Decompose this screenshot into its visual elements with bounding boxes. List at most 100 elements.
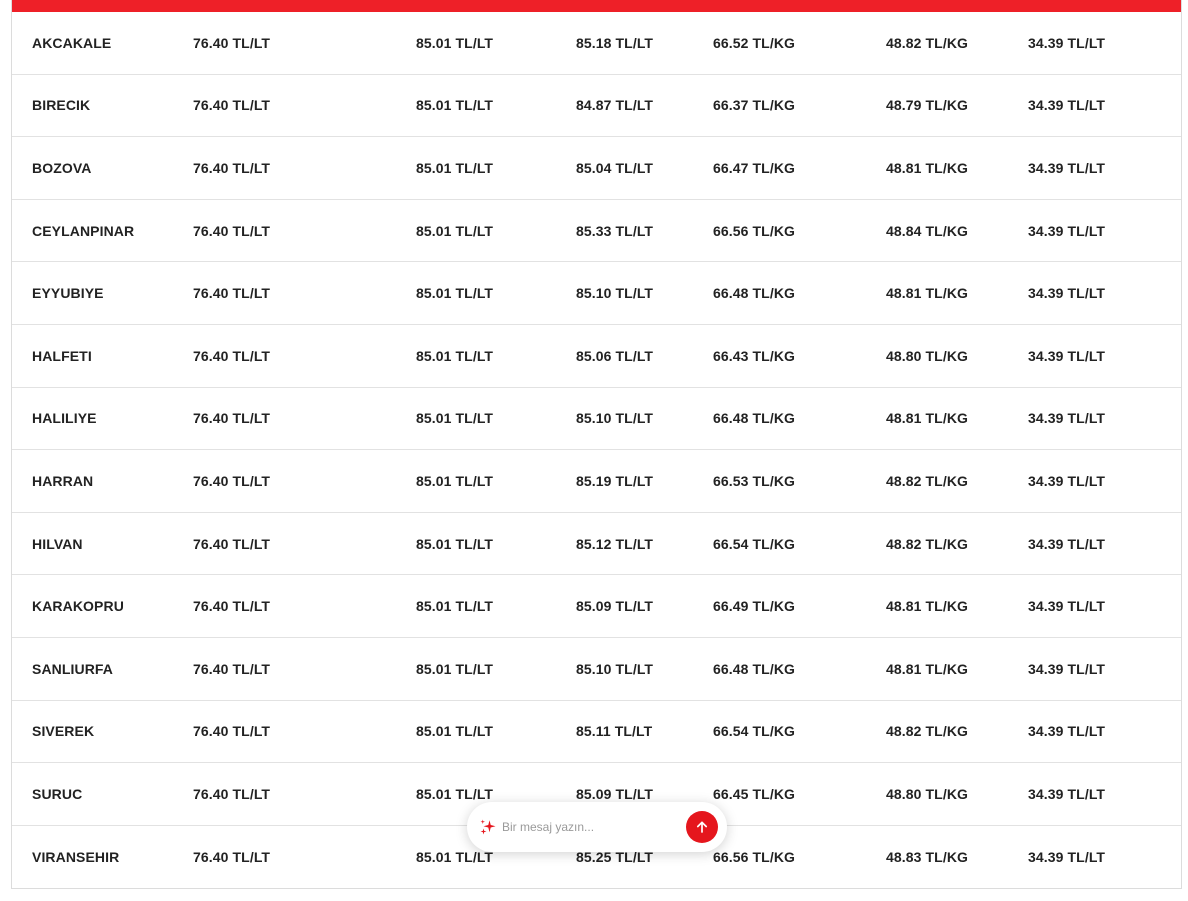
table-row: HALILIYE 76.40 TL/LT 85.01 TL/LT 85.10 TL/L… [12,388,1181,451]
district-name: BIRECIK [32,97,91,114]
price-cell: 85.10 TL/LT [576,660,654,677]
chat-message-input[interactable] [502,820,686,834]
table-row: SANLIURFA 76.40 TL/LT 85.01 TL/LT 85.10 TL/… [12,638,1181,701]
price-cell: 84.87 TL/LT [576,97,654,114]
price-cell: 85.09 TL/LT [576,598,654,615]
district-name: HALFETI [32,347,92,364]
price-cell: 48.82 TL/KG [886,472,969,489]
price-cell: 34.39 TL/LT [1028,785,1106,802]
price-cell: 85.01 TL/LT [416,347,494,364]
district-name: HILVAN [32,535,83,552]
price-cell: 76.40 TL/LT [193,97,271,114]
price-cell: 76.40 TL/LT [193,159,271,176]
price-cell: 85.01 TL/LT [416,472,494,489]
table-row: EYYUBIYE 76.40 TL/LT 85.01 TL/LT 85.10 TL/L… [12,262,1181,325]
price-cell: 34.39 TL/LT [1028,723,1106,740]
district-name: KARAKOPRU [32,598,124,615]
district-name: SURUC [32,785,83,802]
price-cell: 66.52 TL/KG [713,34,796,51]
price-cell: 85.01 TL/LT [416,34,494,51]
price-cell: 34.39 TL/LT [1028,97,1106,114]
price-cell: 66.53 TL/KG [713,472,796,489]
price-cell: 66.45 TL/KG [713,785,796,802]
price-cell: 85.09 TL/LT [576,785,654,802]
price-cell: 76.40 TL/LT [193,723,271,740]
price-cell: 66.49 TL/KG [713,598,796,615]
sparkle-icon [480,819,496,835]
price-cell: 48.82 TL/KG [886,535,969,552]
price-cell: 34.39 TL/LT [1028,660,1106,677]
price-cell: 85.10 TL/LT [576,410,654,427]
price-cell: 34.39 TL/LT [1028,472,1106,489]
price-cell: 34.39 TL/LT [1028,347,1106,364]
price-cell: 66.43 TL/KG [713,347,796,364]
table-body: AKCAKALE 76.40 TL/LT 85.01 TL/LT 85.18 TL/L… [12,12,1181,888]
district-name: BOZOVA [32,159,92,176]
price-cell: 34.39 TL/LT [1028,34,1106,51]
price-cell: 76.40 TL/LT [193,285,271,302]
table-row: SIVEREK 76.40 TL/LT 85.01 TL/LT 85.11 TL/LT… [12,701,1181,764]
price-cell: 85.01 TL/LT [416,660,494,677]
price-cell: 48.82 TL/KG [886,723,969,740]
price-cell: 85.06 TL/LT [576,347,654,364]
price-cell: 85.04 TL/LT [576,159,654,176]
price-cell: 76.40 TL/LT [193,785,271,802]
price-cell: 76.40 TL/LT [193,849,271,866]
price-cell: 76.40 TL/LT [193,660,271,677]
table-row: HARRAN 76.40 TL/LT 85.01 TL/LT 85.19 TL/LT 6… [12,450,1181,513]
district-name: HALILIYE [32,410,97,427]
price-cell: 48.81 TL/KG [886,285,969,302]
price-cell: 34.39 TL/LT [1028,222,1106,239]
send-button[interactable] [686,811,718,843]
fuel-price-table: AKCAKALE 76.40 TL/LT 85.01 TL/LT 85.18 TL/L… [11,0,1182,890]
price-cell: 85.01 TL/LT [416,785,494,802]
price-cell: 85.01 TL/LT [416,723,494,740]
price-cell: 48.81 TL/KG [886,410,969,427]
price-cell: 85.18 TL/LT [576,34,654,51]
price-cell: 66.48 TL/KG [713,660,796,677]
table-row: AKCAKALE 76.40 TL/LT 85.01 TL/LT 85.18 TL/L… [12,12,1181,75]
price-cell: 34.39 TL/LT [1028,410,1106,427]
price-cell: 66.37 TL/KG [713,97,796,114]
price-cell: 48.84 TL/KG [886,222,969,239]
table-row: HALFETI 76.40 TL/LT 85.01 TL/LT 85.06 TL/LT… [12,325,1181,388]
price-cell: 34.39 TL/LT [1028,598,1106,615]
price-cell: 85.19 TL/LT [576,472,654,489]
arrow-up-icon [696,821,708,833]
price-cell: 85.33 TL/LT [576,222,654,239]
price-cell: 34.39 TL/LT [1028,535,1106,552]
district-name: SANLIURFA [32,660,114,677]
table-header-bar [12,0,1181,12]
district-name: HARRAN [32,472,94,489]
table-row: HILVAN 76.40 TL/LT 85.01 TL/LT 85.12 TL/LT 6… [12,513,1181,576]
price-cell: 85.01 TL/LT [416,159,494,176]
price-cell: 76.40 TL/LT [193,410,271,427]
price-cell: 85.01 TL/LT [416,285,494,302]
price-cell: 85.11 TL/LT [576,723,653,740]
price-cell: 85.01 TL/LT [416,222,494,239]
table-row: BOZOVA 76.40 TL/LT 85.01 TL/LT 85.04 TL/LT 6… [12,137,1181,200]
price-cell: 66.56 TL/KG [713,222,796,239]
table-row: CEYLANPINAR 76.40 TL/LT 85.01 TL/LT 85.33 T… [12,200,1181,263]
price-cell: 76.40 TL/LT [193,34,271,51]
price-cell: 85.12 TL/LT [576,535,654,552]
price-cell: 76.40 TL/LT [193,535,271,552]
price-cell: 48.80 TL/KG [886,785,969,802]
chat-widget[interactable] [467,802,727,852]
price-cell: 76.40 TL/LT [193,222,271,239]
table-row: BIRECIK 76.40 TL/LT 85.01 TL/LT 84.87 TL/LT… [12,75,1181,138]
price-cell: 85.01 TL/LT [416,598,494,615]
price-cell: 48.81 TL/KG [886,598,969,615]
price-cell: 48.80 TL/KG [886,347,969,364]
district-name: SIVEREK [32,723,95,740]
district-name: EYYUBIYE [32,285,104,302]
price-cell: 48.81 TL/KG [886,660,969,677]
price-cell: 48.79 TL/KG [886,97,969,114]
price-cell: 66.54 TL/KG [713,535,796,552]
price-cell: 48.81 TL/KG [886,159,969,176]
price-cell: 85.01 TL/LT [416,535,494,552]
price-cell: 85.01 TL/LT [416,410,494,427]
price-cell: 34.39 TL/LT [1028,849,1106,866]
price-cell: 85.10 TL/LT [576,285,654,302]
price-cell: 66.48 TL/KG [713,285,796,302]
